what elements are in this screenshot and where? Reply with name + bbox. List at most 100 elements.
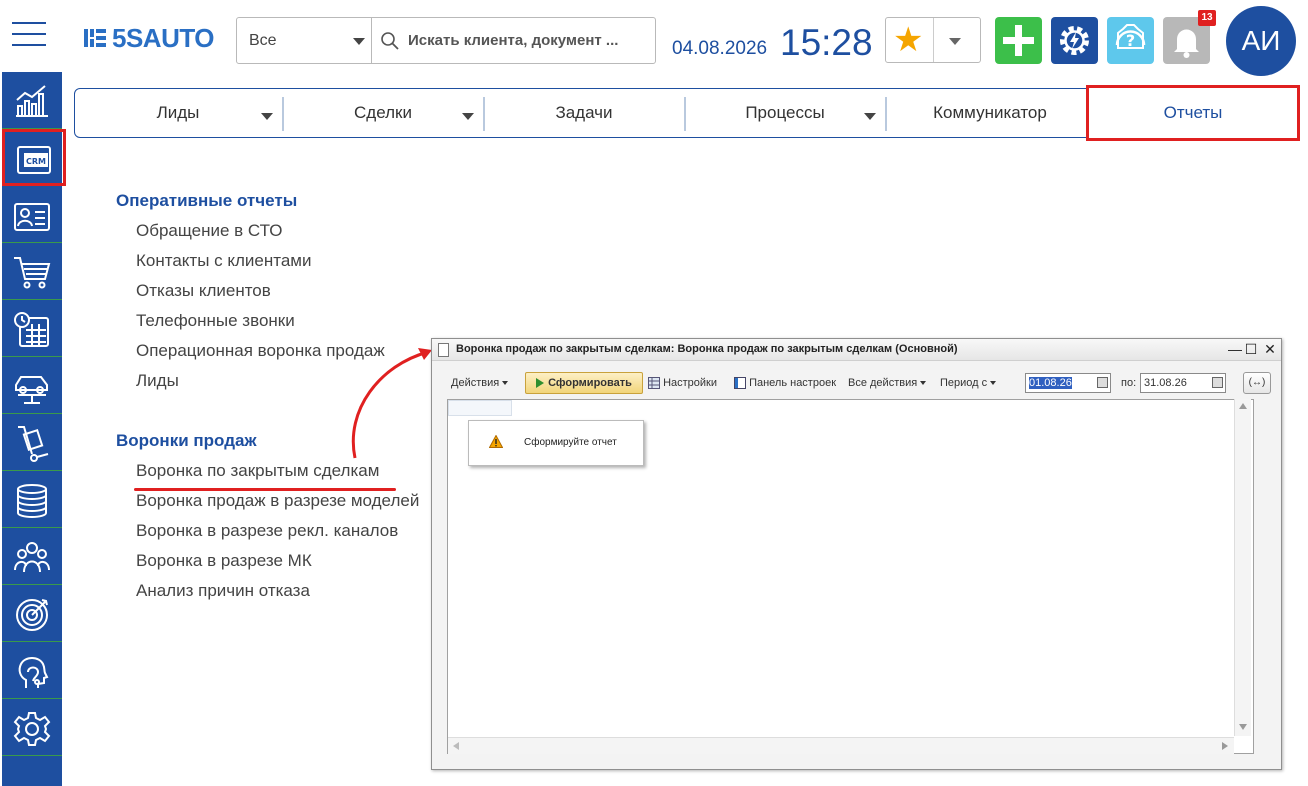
tab-tasks[interactable]: Задачи — [485, 89, 683, 137]
report-link[interactable]: Воронка в разрезе рекл. каналов — [136, 521, 398, 541]
calendar-icon[interactable] — [1097, 377, 1108, 388]
report-link[interactable]: Обращение в СТО — [136, 221, 283, 241]
report-link[interactable]: Телефонные звонки — [136, 311, 295, 331]
current-date: 04.08.2026 — [672, 38, 768, 59]
sidebar-item-staff[interactable] — [2, 528, 62, 585]
chevron-down-icon[interactable] — [864, 113, 876, 120]
search-placeholder: Искать клиента, документ ... — [408, 32, 619, 49]
tab-label: Процессы — [745, 103, 825, 122]
sidebar-item-warehouse[interactable] — [2, 414, 62, 471]
generate-button[interactable]: Сформировать — [525, 372, 643, 394]
sidebar-item-calendar[interactable] — [2, 300, 62, 357]
chevron-down-icon — [353, 38, 365, 45]
hand-truck-icon — [18, 426, 49, 462]
target-icon — [16, 599, 48, 631]
settings-label: Настройки — [663, 377, 717, 389]
scroll-left-icon[interactable] — [453, 742, 459, 750]
settings-button[interactable]: Настройки — [648, 373, 717, 393]
tab-label: Лиды — [156, 103, 200, 122]
tab-processes[interactable]: Процессы — [686, 89, 884, 137]
sidebar-item-analytics[interactable] — [2, 72, 62, 129]
calendar-icon — [14, 312, 49, 347]
tab-leads[interactable]: Лиды — [75, 89, 281, 137]
app-root: 5SAUTO Все Искать клиента, документ ... … — [0, 0, 1308, 786]
search-input[interactable]: Искать клиента, документ ... — [371, 17, 656, 64]
chevron-down-icon[interactable] — [949, 38, 961, 45]
favorites-button[interactable]: ★ — [885, 17, 981, 63]
current-time: 15:28 — [780, 22, 873, 63]
document-icon — [438, 343, 449, 357]
generate-report-hint: Сформируйте отчет — [468, 420, 644, 466]
sidebar-item-crm[interactable]: CRM — [2, 129, 66, 186]
sidebar-item-service[interactable] — [2, 357, 62, 414]
scroll-up-icon[interactable] — [1239, 403, 1247, 409]
spreadsheet-cell[interactable] — [448, 400, 512, 416]
window-titlebar[interactable]: Воронка продаж по закрытым сделкам: Воро… — [432, 339, 1281, 361]
maximize-icon[interactable]: ☐ — [1243, 341, 1259, 357]
close-icon[interactable]: ✕ — [1262, 341, 1278, 357]
head-support-icon — [18, 657, 49, 688]
star-icon: ★ — [893, 21, 924, 59]
actions-menu[interactable]: Действия — [451, 373, 509, 393]
report-link[interactable]: Контакты с клиентами — [136, 251, 312, 271]
report-link[interactable]: Отказы клиентов — [136, 281, 271, 301]
date-from-field[interactable]: 01.08.26 — [1025, 373, 1111, 393]
chevron-down-icon[interactable] — [261, 113, 273, 120]
car-lift-icon — [15, 376, 48, 404]
period-select-button[interactable]: (↔) — [1243, 372, 1271, 394]
chart-icon — [16, 85, 48, 117]
sidebar-item-finance[interactable] — [2, 471, 62, 528]
contact-card-icon — [14, 203, 50, 231]
sidebar-item-marketing[interactable] — [2, 585, 62, 642]
section-title-funnels: Воронки продаж — [116, 431, 257, 450]
sidebar-item-sales[interactable] — [2, 243, 62, 300]
tab-label: Отчеты — [1163, 103, 1223, 122]
support-button[interactable]: ? — [1107, 17, 1154, 64]
horizontal-scrollbar[interactable] — [448, 737, 1234, 754]
sidebar-item-contacts[interactable] — [2, 186, 62, 243]
plus-icon — [1003, 25, 1034, 56]
svg-text:?: ? — [1126, 31, 1135, 50]
minimize-icon[interactable]: — — [1227, 341, 1243, 357]
report-window: Воронка продаж по закрытым сделкам: Воро… — [431, 338, 1282, 770]
tab-deals[interactable]: Сделки — [284, 89, 482, 137]
avatar[interactable]: АИ — [1226, 6, 1296, 76]
period-label: Период с — [940, 377, 988, 389]
report-result-area[interactable]: Сформируйте отчет — [447, 399, 1254, 754]
sidebar-item-support[interactable] — [2, 642, 62, 699]
actions-label: Действия — [451, 377, 500, 389]
tab-label: Задачи — [555, 103, 613, 122]
vertical-scrollbar[interactable] — [1234, 399, 1251, 736]
date-from-value: 01.08.26 — [1029, 377, 1072, 389]
settings-panel-button[interactable]: Панель настроек — [734, 373, 836, 393]
scroll-right-icon[interactable] — [1222, 742, 1228, 750]
people-group-icon — [14, 542, 50, 573]
gear-icon — [13, 712, 51, 746]
report-link[interactable]: Лиды — [136, 371, 179, 391]
add-button[interactable] — [995, 17, 1042, 64]
hint-text: Сформируйте отчет — [524, 437, 617, 448]
generate-label: Сформировать — [548, 377, 632, 389]
period-menu[interactable]: Период с — [940, 373, 997, 393]
settings-panel-label: Панель настроек — [749, 377, 837, 389]
menu-icon[interactable] — [12, 22, 46, 48]
tab-reports[interactable]: Отчеты — [1086, 85, 1300, 141]
chevron-down-icon — [990, 381, 997, 386]
scroll-down-icon[interactable] — [1239, 724, 1247, 730]
app-logo[interactable]: 5SAUTO — [84, 23, 215, 53]
settings-grid-icon — [648, 377, 660, 390]
chevron-down-icon[interactable] — [462, 113, 474, 120]
calendar-icon[interactable] — [1212, 377, 1223, 388]
report-link[interactable]: Анализ причин отказа — [136, 581, 310, 601]
report-link[interactable]: Воронка в разрезе МК — [136, 551, 312, 571]
sidebar-item-settings[interactable] — [2, 699, 62, 756]
search-scope-select[interactable]: Все — [236, 17, 372, 64]
crm-label: CRM — [26, 157, 46, 166]
settings-button[interactable] — [1051, 17, 1098, 64]
report-link[interactable]: Воронка продаж в разрезе моделей — [136, 491, 419, 511]
tab-communicator[interactable]: Коммуникатор — [887, 89, 1093, 137]
date-to-label: по: — [1121, 377, 1137, 389]
date-to-field[interactable]: 31.08.26 — [1140, 373, 1226, 393]
all-actions-menu[interactable]: Все действия — [848, 373, 927, 393]
coins-stack-icon — [17, 484, 47, 518]
